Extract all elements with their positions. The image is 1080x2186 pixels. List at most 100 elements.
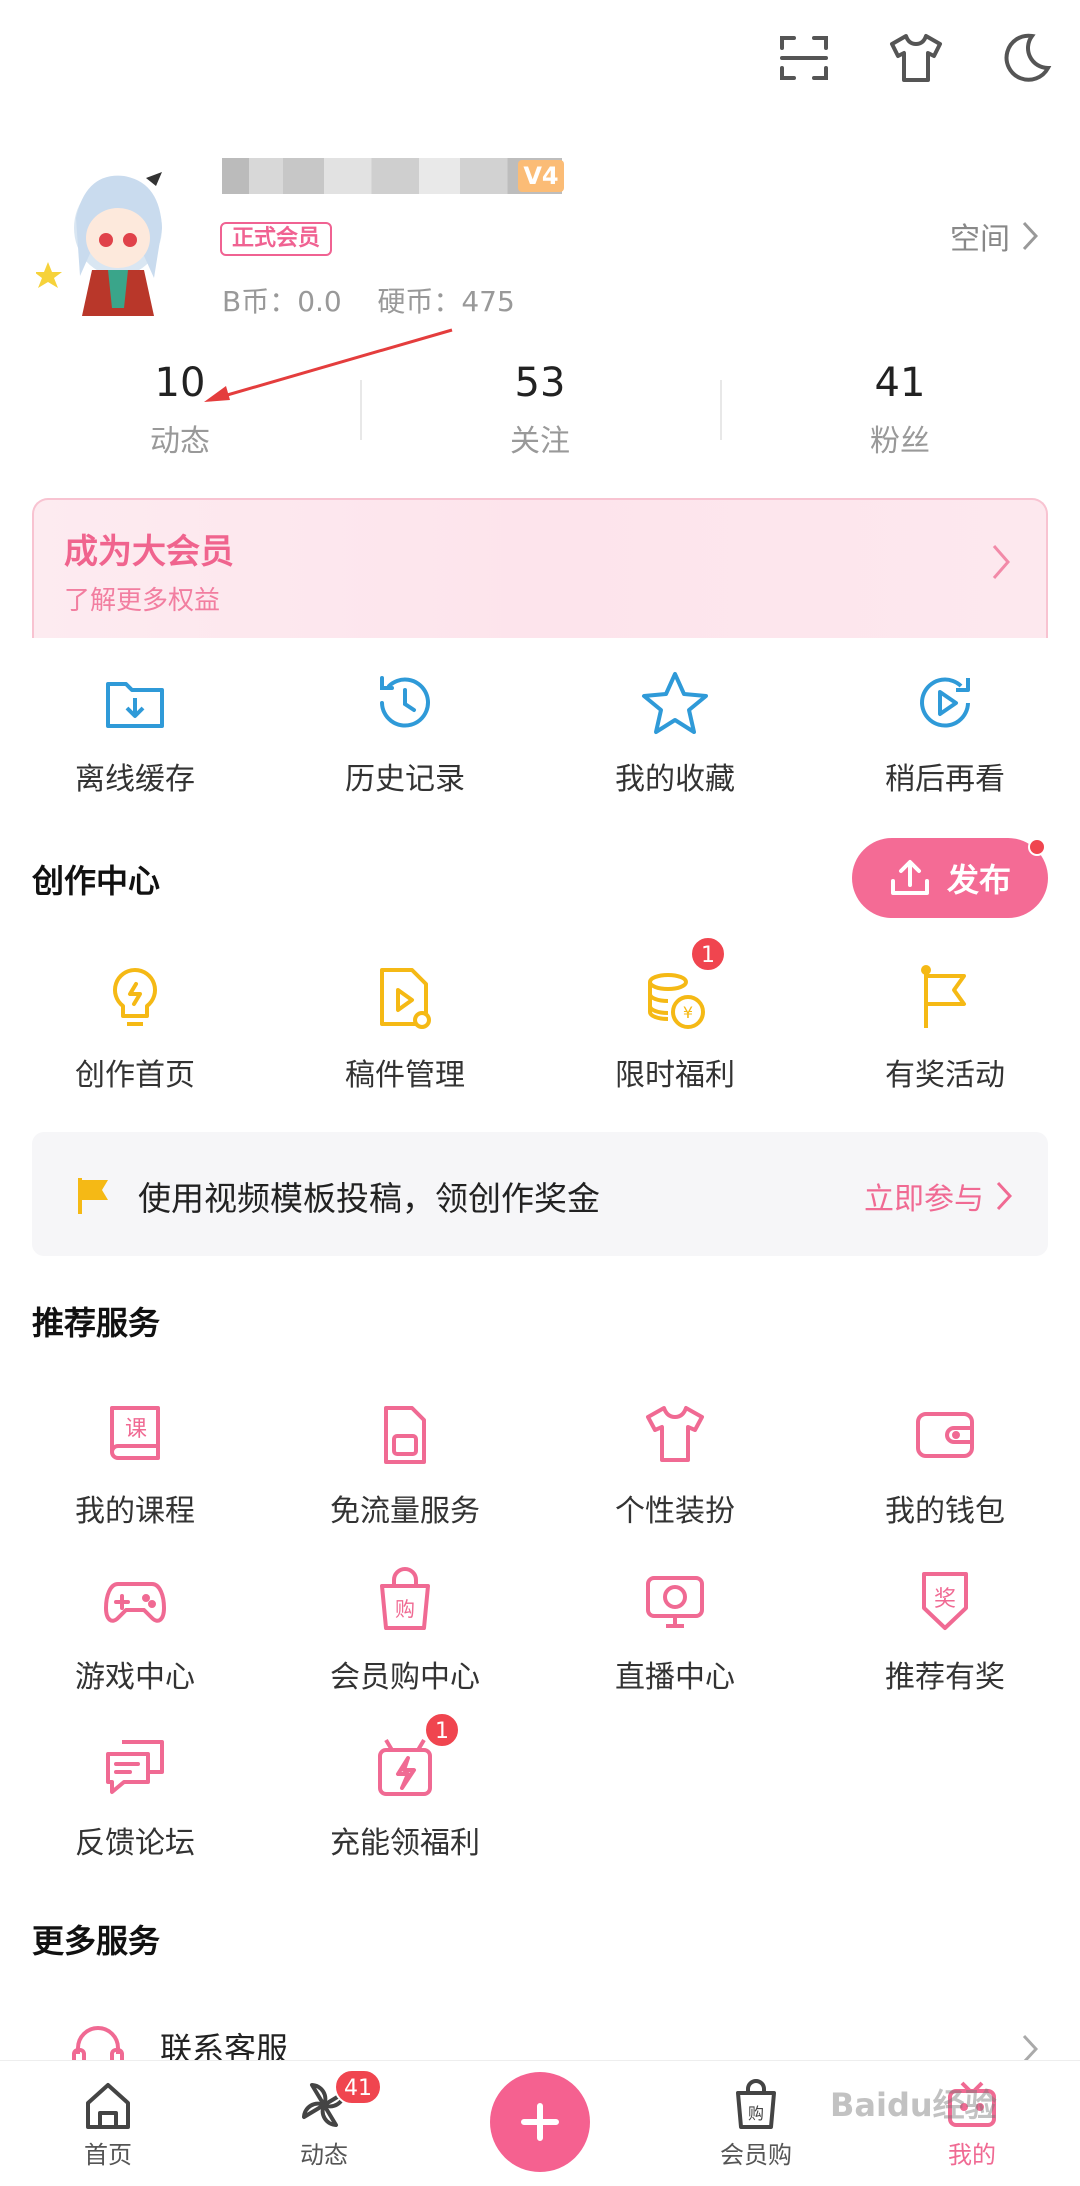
live-tv-icon [646, 1576, 704, 1628]
promo-action[interactable]: 立即参与 [864, 1174, 1012, 1218]
create-plus-button[interactable] [490, 2072, 590, 2172]
tshirt-icon [646, 1406, 704, 1462]
star-icon [642, 672, 708, 734]
service-label: 推荐有奖 [885, 1660, 1005, 1695]
stats-row: 10 动态 53 关注 41 粉丝 [0, 360, 1080, 470]
plus-icon [521, 2103, 559, 2141]
flag-icon [921, 965, 966, 1028]
stat-label: 动态 [150, 424, 210, 459]
creator-item-home[interactable]: 创作首页 [0, 964, 270, 1094]
svg-text:购: 购 [748, 2104, 764, 2123]
service-vip-shop[interactable]: 购 会员购中心 [270, 1566, 540, 1696]
quick-item-history[interactable]: 历史记录 [270, 668, 540, 798]
notification-dot [1028, 838, 1046, 856]
recommended-title: 推荐服务 [32, 1304, 161, 1342]
promo-text: 使用视频模板投稿，领创作奖金 [138, 1179, 600, 1218]
service-label: 个性装扮 [615, 1494, 735, 1529]
tab-label: 首页 [84, 2141, 132, 2169]
recommended-row-3: 反馈论坛 充能领福利 1 [0, 1712, 1080, 1862]
download-folder-icon [106, 682, 164, 728]
service-label: 反馈论坛 [75, 1826, 195, 1861]
service-label: 我的钱包 [885, 1494, 1005, 1529]
recommended-row-2: 游戏中心 购 会员购中心 直播中心 奖 推荐有奖 [0, 1566, 1080, 1696]
chevron-right-icon [1022, 221, 1038, 251]
creator-items-row: 创作首页 稿件管理 ¥ 限时福利 1 有奖活动 [0, 936, 1080, 1094]
moon-icon[interactable] [994, 28, 1054, 88]
service-wallet[interactable]: 我的钱包 [810, 1400, 1080, 1530]
course-book-icon: 课 [110, 1406, 160, 1460]
lightbulb-icon [113, 968, 157, 1026]
coins-text: B币：0.0 硬币：475 [222, 285, 515, 318]
vip-banner-title: 成为大会员 [64, 532, 234, 572]
level-badge: V4 [518, 160, 564, 192]
creator-item-label: 有奖活动 [885, 1058, 1005, 1093]
home-icon [86, 2083, 130, 2129]
chevron-right-icon [996, 1181, 1012, 1211]
quick-item-watch-later[interactable]: 稍后再看 [810, 668, 1080, 798]
service-free-data[interactable]: 免流量服务 [270, 1400, 540, 1530]
service-referral-reward[interactable]: 奖 推荐有奖 [810, 1566, 1080, 1696]
vip-status-badge: 正式会员 [220, 222, 333, 256]
service-charge-benefits[interactable]: 充能领福利 1 [270, 1712, 540, 1862]
more-services-title: 更多服务 [32, 1922, 161, 1960]
notification-badge: 41 [334, 2069, 382, 2105]
service-label: 直播中心 [615, 1660, 735, 1695]
notification-badge: 1 [690, 936, 726, 972]
quick-item-favorites[interactable]: 我的收藏 [540, 668, 810, 798]
promo-banner[interactable]: 使用视频模板投稿，领创作奖金 立即参与 [32, 1132, 1048, 1256]
service-label: 免流量服务 [330, 1494, 480, 1529]
tab-dynamics[interactable]: 动态 41 [216, 2061, 432, 2186]
coins-icon: ¥ [648, 973, 705, 1029]
creator-item-events[interactable]: 有奖活动 [810, 964, 1080, 1094]
watermark-logo: Baidu经验 [830, 2086, 997, 2124]
quick-item-offline-cache[interactable]: 离线缓存 [0, 668, 270, 798]
chat-bubble-icon [106, 1740, 164, 1794]
service-label: 充能领福利 [330, 1826, 480, 1861]
creator-item-manage[interactable]: 稿件管理 [270, 964, 540, 1094]
promo-action-label: 立即参与 [864, 1182, 984, 1217]
service-my-courses[interactable]: 课 我的课程 [0, 1400, 270, 1530]
shopping-bag-icon: 购 [736, 2079, 776, 2129]
upload-icon [890, 860, 929, 895]
tshirt-icon[interactable] [886, 28, 946, 88]
tab-label: 会员购 [720, 2141, 792, 2169]
space-label: 空间 [950, 222, 1010, 257]
service-live-center[interactable]: 直播中心 [540, 1566, 810, 1696]
avatar[interactable] [34, 158, 186, 318]
tab-label: 我的 [948, 2141, 996, 2169]
chevron-right-icon [992, 545, 1010, 579]
service-label: 会员购中心 [330, 1660, 480, 1695]
service-feedback-forum[interactable]: 反馈论坛 [0, 1732, 270, 1862]
scan-icon[interactable] [774, 28, 834, 88]
quick-items-row: 离线缓存 历史记录 我的收藏 稍后再看 [0, 668, 1080, 798]
creator-item-benefits[interactable]: ¥ 限时福利 1 [540, 936, 810, 1094]
reward-badge-icon: 奖 [922, 1572, 968, 1630]
tab-label: 动态 [300, 2141, 348, 2169]
gamepad-icon [104, 1582, 166, 1623]
vip-banner[interactable]: 成为大会员 了解更多权益 [32, 498, 1048, 638]
recommended-row-1: 课 我的课程 免流量服务 个性装扮 我的钱包 [0, 1400, 1080, 1530]
creator-item-label: 稿件管理 [345, 1058, 465, 1093]
vip-banner-subtitle: 了解更多权益 [64, 586, 221, 616]
space-link[interactable]: 空间 [950, 214, 1038, 258]
service-label: 我的课程 [75, 1494, 195, 1529]
publish-button[interactable]: 发布 [852, 838, 1048, 918]
quick-item-label: 我的收藏 [615, 762, 735, 797]
creator-center-title: 创作中心 [32, 862, 161, 900]
video-file-icon [380, 968, 431, 1029]
svg-text:课: 课 [125, 1417, 147, 1442]
history-clock-icon [380, 676, 430, 728]
service-dress-up[interactable]: 个性装扮 [540, 1400, 810, 1530]
watch-later-icon [920, 677, 970, 728]
annotation-arrow [204, 328, 453, 402]
creator-item-label: 创作首页 [75, 1058, 195, 1093]
sim-card-icon [384, 1406, 426, 1464]
creator-item-label: 限时福利 [615, 1058, 735, 1093]
svg-text:¥: ¥ [683, 1003, 693, 1022]
service-game-center[interactable]: 游戏中心 [0, 1566, 270, 1696]
publish-label: 发布 [946, 861, 1011, 899]
stat-fans[interactable]: 41 粉丝 [720, 360, 1080, 470]
stat-label: 粉丝 [870, 424, 930, 459]
quick-item-label: 历史记录 [345, 762, 465, 797]
tab-home[interactable]: 首页 [0, 2061, 216, 2186]
